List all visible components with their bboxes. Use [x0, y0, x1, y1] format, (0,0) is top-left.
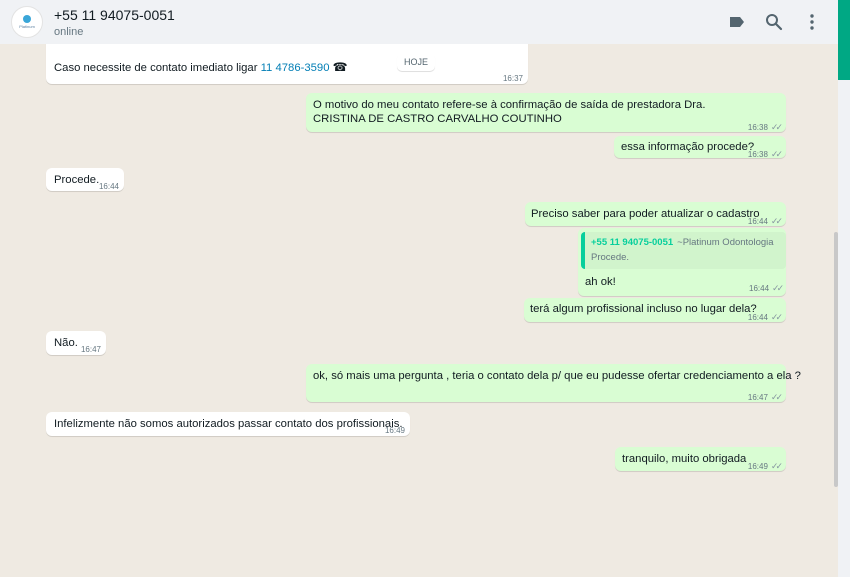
double-check-icon: ✓✓	[770, 122, 783, 132]
message-outgoing[interactable]: O motivo do meu contato refere-se à conf…	[306, 93, 786, 132]
avatar-logo-icon	[23, 15, 31, 23]
message-text: terá algum profissional incluso no lugar…	[530, 303, 757, 315]
contact-avatar[interactable]: Platinum	[11, 6, 43, 38]
message-text: tranquilo, muito obrigada	[622, 453, 747, 465]
message-time: 16:38	[747, 150, 768, 159]
menu-icon[interactable]	[802, 12, 822, 32]
message-meta: 16:49 ✓✓	[747, 459, 783, 474]
message-text: ok, só mais uma pergunta , teria o conta…	[313, 370, 801, 382]
message-time: 16:47	[747, 393, 768, 402]
phone-icon: ☎	[332, 60, 348, 74]
quoted-author: +55 11 94075-0051 ~Platinum Odontologia	[591, 237, 774, 248]
quoted-pushname: ~Platinum Odontologia	[677, 237, 774, 248]
message-outgoing[interactable]: tranquilo, muito obrigada 16:49 ✓✓	[615, 447, 786, 471]
message-text: ah ok!	[585, 276, 616, 288]
avatar-text: Platinum	[19, 24, 35, 29]
message-time: 16:49	[747, 462, 768, 471]
message-meta: 16:44 ✓✓	[747, 214, 783, 229]
message-outgoing[interactable]: ok, só mais uma pergunta , teria o conta…	[306, 364, 801, 405]
side-accent-bar	[838, 0, 850, 80]
message-time: 16:49	[384, 426, 405, 435]
double-check-icon: ✓✓	[770, 392, 783, 402]
double-check-icon: ✓✓	[772, 283, 784, 293]
message-meta: 16:38 ✓✓	[747, 120, 783, 135]
chat-area[interactable]: Caso necessite de contato imediato ligar…	[0, 44, 838, 577]
message-meta: 16:47 ✓✓	[747, 390, 783, 405]
chat-scrollbar[interactable]	[834, 232, 838, 487]
contact-status: online	[54, 26, 84, 38]
message-incoming[interactable]: Caso necessite de contato imediato ligar…	[46, 44, 528, 84]
message-text: O motivo do meu contato refere-se à conf…	[313, 99, 706, 125]
message-text: essa informação procede?	[621, 141, 755, 153]
message-meta: 16:44 ✓✓	[749, 283, 784, 294]
message-time: 16:44	[747, 217, 768, 226]
double-check-icon: ✓✓	[770, 216, 783, 226]
message-incoming[interactable]: Infelizmente não somos autorizados passa…	[46, 412, 410, 436]
message-meta: 16:44 ✓✓	[747, 310, 783, 325]
message-incoming[interactable]: Não. 16:47	[46, 331, 106, 355]
message-time: 16:47	[80, 345, 101, 354]
message-time: 16:38	[747, 123, 768, 132]
message-outgoing[interactable]: Preciso saber para poder atualizar o cad…	[525, 202, 786, 226]
search-icon[interactable]	[764, 12, 784, 32]
message-time: 16:37	[502, 74, 523, 83]
message-incoming[interactable]: Procede. 16:44	[46, 168, 124, 191]
quoted-message[interactable]: +55 11 94075-0051 ~Platinum Odontologia P…	[581, 232, 786, 269]
double-check-icon: ✓✓	[770, 461, 783, 471]
message-text: Infelizmente não somos autorizados passa…	[54, 418, 403, 430]
message-text: Preciso saber para poder atualizar o cad…	[531, 208, 760, 220]
message-outgoing[interactable]: essa informação procede? 16:38 ✓✓	[614, 136, 786, 159]
side-panel	[838, 80, 850, 577]
chat-header: Platinum +55 11 94075-0051 online	[0, 0, 838, 44]
message-outgoing[interactable]: terá algum profissional incluso no lugar…	[524, 298, 786, 322]
message-text: Procede.	[54, 174, 100, 186]
double-check-icon: ✓✓	[770, 312, 783, 322]
label-icon[interactable]	[727, 12, 747, 32]
contact-info[interactable]: +55 11 94075-0051 online	[54, 7, 175, 38]
message-text: Caso necessite de contato imediato ligar…	[54, 60, 348, 74]
message-time: 16:44	[749, 284, 770, 293]
message-meta: 16:38 ✓✓	[747, 147, 783, 162]
message-time: 16:44	[98, 182, 119, 191]
day-divider: HOJE	[397, 53, 435, 71]
message-text: Não.	[54, 337, 78, 349]
quoted-text: Procede.	[591, 252, 630, 263]
message-time: 16:44	[747, 313, 768, 322]
double-check-icon: ✓✓	[770, 149, 783, 159]
phone-link[interactable]: 11 4786-3590	[261, 62, 330, 74]
contact-name: +55 11 94075-0051	[54, 7, 175, 23]
